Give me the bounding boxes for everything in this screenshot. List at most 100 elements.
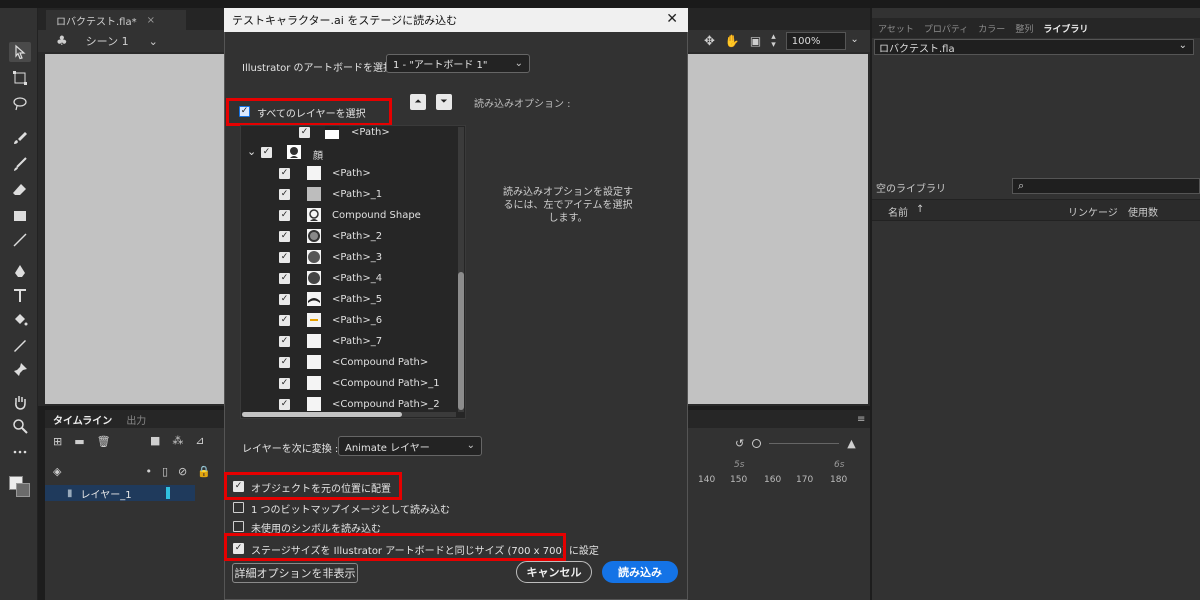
- selection-tool-icon[interactable]: [9, 42, 31, 62]
- tree-item-name: <Compound Path>_2: [332, 399, 440, 410]
- tree-item-name: <Path>: [332, 168, 371, 179]
- pen-tool-icon[interactable]: [9, 262, 31, 282]
- option-unused-symbols-checkbox[interactable]: [233, 521, 244, 532]
- visibility-icon[interactable]: ⊘: [178, 465, 187, 478]
- tree-item[interactable]: ✓ <Path>_4: [241, 269, 461, 289]
- brush-tool-icon[interactable]: [9, 154, 31, 174]
- library-search-input[interactable]: ⌕: [1012, 178, 1200, 194]
- move-up-icon[interactable]: ⏶: [410, 94, 426, 110]
- new-folder-icon[interactable]: ▬: [74, 435, 84, 448]
- clip-stage-icon[interactable]: ▣: [750, 34, 761, 48]
- highlight-icon[interactable]: •: [145, 465, 152, 478]
- new-layer-icon[interactable]: ⊞: [53, 435, 62, 448]
- fill-stroke-swatch[interactable]: [9, 476, 31, 498]
- tree-item[interactable]: ✓ <Path>_1: [241, 185, 461, 205]
- tree-item[interactable]: ✓ <Path>_5: [241, 290, 461, 310]
- pin-tool-icon[interactable]: [9, 360, 31, 380]
- option-bitmap-checkbox[interactable]: [233, 502, 244, 513]
- tab-color[interactable]: カラー: [978, 22, 1005, 35]
- scene-label[interactable]: シーン 1: [86, 33, 129, 49]
- document-tab[interactable]: ロバクテスト.fla* ×: [46, 10, 186, 30]
- paint-brush-tool-icon[interactable]: [9, 128, 31, 148]
- tab-align[interactable]: 整列: [1015, 22, 1033, 35]
- eraser-tool-icon[interactable]: [9, 180, 31, 200]
- tree-scrollbar-thumb-horizontal[interactable]: [242, 412, 402, 417]
- tree-item[interactable]: ✓ <Compound Path>_1: [241, 374, 461, 394]
- tree-item-checkbox[interactable]: ✓: [279, 357, 290, 368]
- tab-assets[interactable]: アセット: [878, 22, 914, 35]
- zoom-tool-icon[interactable]: [9, 416, 31, 436]
- center-stage-icon[interactable]: ✥: [704, 34, 715, 49]
- tree-item[interactable]: ✓ <Compound Path>: [241, 353, 461, 373]
- tree-item-checkbox[interactable]: ✓: [279, 168, 290, 179]
- mountain-icon[interactable]: ▲: [847, 437, 855, 450]
- hand-tool-icon[interactable]: [9, 392, 31, 412]
- lock-icon[interactable]: 🔒: [197, 465, 211, 478]
- hide-advanced-options-button[interactable]: 詳細オプションを非表示: [232, 563, 358, 583]
- frame-ruler[interactable]: 5s 6s 140 150 160 170 180: [694, 455, 870, 495]
- chevron-down-icon[interactable]: ⌄: [247, 145, 256, 158]
- tree-item[interactable]: ✓ <Path>_6: [241, 311, 461, 331]
- tab-properties[interactable]: プロパティ: [924, 22, 968, 35]
- tab-timeline[interactable]: タイムライン: [53, 412, 112, 427]
- chevron-down-icon[interactable]: ⌄: [149, 35, 158, 48]
- close-icon[interactable]: ✕: [666, 11, 678, 27]
- zoom-select[interactable]: 100% ⌄: [785, 32, 859, 50]
- text-tool-icon[interactable]: [9, 286, 31, 306]
- tree-item[interactable]: ✓ <Path>_7: [241, 332, 461, 352]
- zoom-slider-knob[interactable]: [752, 438, 762, 448]
- layer-row[interactable]: ▮ レイヤー_1: [45, 485, 195, 501]
- line-tool-icon[interactable]: [9, 230, 31, 250]
- eyedropper-tool-icon[interactable]: [9, 336, 31, 356]
- tree-item-checkbox[interactable]: ✓: [279, 210, 290, 221]
- rectangle-tool-icon[interactable]: [9, 206, 31, 226]
- tab-output[interactable]: 出力: [126, 412, 146, 427]
- tree-item[interactable]: ✓ <Path>_2: [241, 227, 461, 247]
- tree-item-checkbox[interactable]: ✓: [279, 231, 290, 242]
- graph-icon[interactable]: ⊿: [195, 434, 204, 447]
- tree-scrollbar-thumb[interactable]: [458, 272, 464, 410]
- free-transform-tool-icon[interactable]: [9, 68, 31, 88]
- import-button[interactable]: 読み込み: [602, 561, 678, 583]
- tree-item-checkbox[interactable]: ✓: [299, 127, 310, 138]
- library-document-select[interactable]: ロバクテスト.fla ⌄: [874, 39, 1194, 55]
- close-icon[interactable]: ×: [147, 15, 155, 26]
- move-down-icon[interactable]: ⏷: [436, 94, 452, 110]
- tree-item-checkbox[interactable]: ✓: [279, 399, 290, 410]
- layer-parenting-icon[interactable]: ⁂: [172, 434, 183, 447]
- tree-item-checkbox[interactable]: ✓: [279, 315, 290, 326]
- tree-item-checkbox[interactable]: ✓: [279, 252, 290, 263]
- camera-icon[interactable]: ■: [150, 434, 160, 447]
- tree-item-checkbox[interactable]: ✓: [279, 189, 290, 200]
- column-name[interactable]: 名前: [888, 204, 908, 219]
- tree-item-checkbox[interactable]: ✓: [261, 147, 272, 158]
- tree-item[interactable]: ✓ Compound Shape: [241, 206, 461, 226]
- tree-item-checkbox[interactable]: ✓: [279, 294, 290, 305]
- more-tools-icon[interactable]: [9, 442, 31, 462]
- sort-icon[interactable]: ↑: [916, 204, 924, 215]
- tree-item-checkbox[interactable]: ✓: [279, 378, 290, 389]
- outline-icon[interactable]: ▯: [162, 465, 168, 478]
- tree-item[interactable]: ⌄ ✓ 顔: [241, 143, 461, 163]
- convert-select[interactable]: Animate レイヤー ⌄: [338, 436, 482, 456]
- tab-library[interactable]: ライブラリ: [1043, 22, 1088, 35]
- column-use-count[interactable]: 使用数: [1128, 204, 1158, 219]
- rotate-stage-icon[interactable]: ✋: [725, 34, 740, 48]
- trash-icon[interactable]: 🗑: [97, 435, 111, 448]
- tree-item-checkbox[interactable]: ✓: [279, 273, 290, 284]
- import-options-label: 読み込みオプション :: [474, 99, 571, 110]
- cancel-button[interactable]: キャンセル: [516, 561, 592, 583]
- tree-item[interactable]: ✓ <Path>: [241, 126, 461, 143]
- column-linkage[interactable]: リンケージ: [1068, 204, 1118, 219]
- zoom-slider-track[interactable]: [769, 442, 840, 444]
- lasso-tool-icon[interactable]: [9, 94, 31, 114]
- tree-item-thumbnail: [307, 355, 321, 369]
- paint-bucket-tool-icon[interactable]: [9, 310, 31, 330]
- tree-item-checkbox[interactable]: ✓: [279, 336, 290, 347]
- zoom-stepper-icon[interactable]: ▴ ▾: [771, 33, 776, 50]
- tree-item[interactable]: ✓ <Path>: [241, 164, 461, 184]
- loop-icon[interactable]: ↺: [735, 437, 744, 450]
- panel-menu-icon[interactable]: ≡: [857, 414, 865, 425]
- artboard-select[interactable]: 1 - "アートボード 1" ⌄: [386, 54, 530, 73]
- tree-item[interactable]: ✓ <Path>_3: [241, 248, 461, 268]
